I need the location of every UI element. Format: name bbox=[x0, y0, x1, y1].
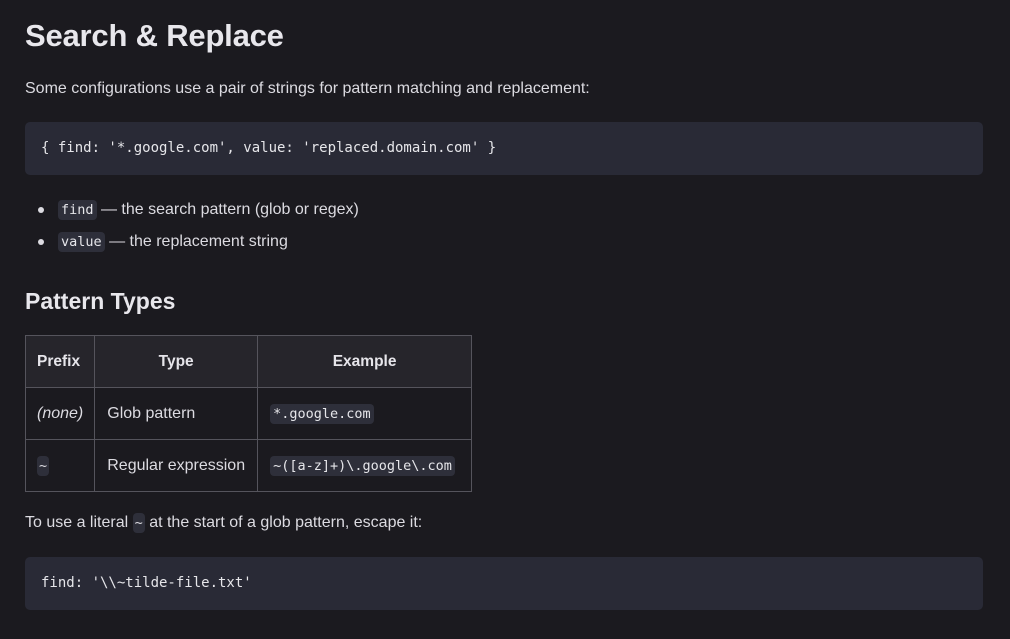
column-header-example: Example bbox=[257, 335, 473, 388]
cell-example: *.google.com bbox=[257, 387, 473, 440]
inline-code: *.google.com bbox=[270, 403, 374, 424]
inline-code: ~ bbox=[132, 513, 145, 533]
list-item-text: — the search pattern (glob or regex) bbox=[96, 201, 359, 218]
inline-code: ~([a-z]+)\.google\.com bbox=[270, 455, 455, 476]
inline-code: value bbox=[58, 232, 105, 252]
bullet-icon bbox=[38, 207, 44, 213]
code-block-example: { find: '*.google.com', value: 'replaced… bbox=[25, 122, 983, 175]
inline-code: find bbox=[58, 200, 97, 220]
prefix-text: (none) bbox=[37, 404, 84, 422]
code-block-escape: find: '\\~tilde-file.txt' bbox=[25, 557, 983, 610]
pattern-types-table: Prefix Type Example (none) Glob pattern … bbox=[24, 335, 473, 492]
section-heading: Pattern Types bbox=[25, 288, 176, 314]
escape-text-before: To use a literal bbox=[25, 514, 133, 531]
cell-example: ~([a-z]+)\.google\.com bbox=[257, 439, 473, 492]
table-row: (none) Glob pattern *.google.com bbox=[24, 387, 473, 440]
column-header-type: Type bbox=[94, 335, 259, 388]
list-item-text: — the replacement string bbox=[104, 233, 288, 250]
escape-paragraph: To use a literal ~ at the start of a glo… bbox=[25, 513, 423, 533]
cell-prefix: ~ bbox=[24, 439, 96, 492]
column-header-prefix: Prefix bbox=[24, 335, 96, 388]
bullet-list: find — the search pattern (glob or regex… bbox=[25, 197, 359, 261]
table-header-row: Prefix Type Example bbox=[24, 335, 473, 388]
inline-code: ~ bbox=[37, 455, 50, 476]
list-item: find — the search pattern (glob or regex… bbox=[25, 197, 359, 229]
cell-prefix: (none) bbox=[24, 387, 96, 440]
page-title: Search & Replace bbox=[25, 18, 284, 53]
intro-paragraph: Some configurations use a pair of string… bbox=[25, 80, 590, 97]
escape-text-after: at the start of a glob pattern, escape i… bbox=[144, 514, 423, 531]
cell-type: Glob pattern bbox=[94, 387, 259, 440]
bullet-icon bbox=[38, 239, 44, 245]
table-row: ~ Regular expression ~([a-z]+)\.google\.… bbox=[24, 439, 473, 492]
list-item: value — the replacement string bbox=[25, 229, 359, 261]
cell-type: Regular expression bbox=[94, 439, 259, 492]
